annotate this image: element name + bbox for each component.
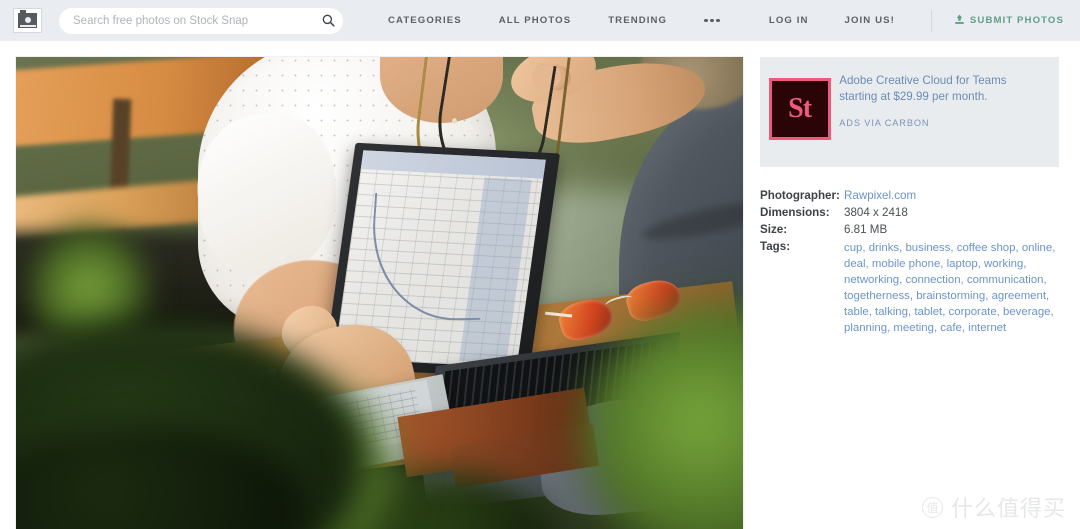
tag-link[interactable]: coffee shop [957,242,1016,254]
photo-image[interactable] [16,57,743,529]
tag-link[interactable]: corporate [949,306,997,318]
size-value: 6.81 MB [844,223,888,236]
nav-item-categories[interactable]: CATEGORIES [388,15,462,26]
nav-item-log-in[interactable]: LOG IN [769,15,809,26]
tag-link[interactable]: laptop [947,258,978,270]
ad-logo-wrap: St [760,71,839,140]
nav-item-all-photos[interactable]: ALL PHOTOS [499,15,571,26]
nav-item-trending[interactable]: TRENDING [608,15,667,26]
tag-link[interactable]: business [905,242,950,254]
camera-icon [18,10,37,28]
metadata-row-photographer: Photographer: Rawpixel.com [760,189,1064,202]
tag-link[interactable]: working [984,258,1023,270]
account-nav: LOG IN JOIN US! SUBMIT PHOTOS [769,9,1080,32]
tag-link[interactable]: beverage [1003,306,1051,318]
tag-link[interactable]: planning [844,322,887,334]
photo-metadata: Photographer: Rawpixel.com Dimensions: 3… [760,189,1064,336]
search-box[interactable] [59,7,343,34]
tag-link[interactable]: internet [968,322,1006,334]
photographer-link[interactable]: Rawpixel.com [844,189,916,202]
tag-link[interactable]: deal [844,258,866,270]
dimensions-label: Dimensions: [760,206,830,219]
submit-photos-label: SUBMIT PHOTOS [969,15,1064,26]
ad-logo-text: St [788,93,812,124]
nav-item-join-us[interactable]: JOIN US! [845,15,895,26]
photographer-label: Photographer: [760,189,840,202]
tag-link[interactable]: table [844,306,869,318]
metadata-row-size: Size: 6.81 MB [760,223,1064,236]
size-label: Size: [760,223,788,236]
submit-photos-button[interactable]: SUBMIT PHOTOS [954,14,1064,28]
watermark-text: 什么值得买 [950,496,1066,521]
ad-body: Adobe Creative Cloud for Teams starting … [839,71,1043,128]
upload-icon [954,14,965,28]
carbon-ad[interactable]: St Adobe Creative Cloud for Teams starti… [760,57,1059,167]
watermark-badge: 值 [921,496,943,518]
tag-link[interactable]: cafe [940,322,962,334]
tag-link[interactable]: online [1022,242,1052,254]
tag-link[interactable]: drinks [869,242,899,254]
dimensions-value: 3804 x 2418 [844,206,908,219]
watermark: 值 什么值得买 [921,491,1066,523]
ad-copy-link[interactable]: Adobe Creative Cloud for Teams starting … [839,73,1043,104]
tag-link[interactable]: cup [844,242,862,254]
photo-sidebar: St Adobe Creative Cloud for Teams starti… [760,57,1064,340]
tags-label: Tags: [760,240,791,253]
search-input[interactable] [59,7,313,34]
site-logo-button[interactable] [13,8,42,33]
primary-nav: CATEGORIES ALL PHOTOS TRENDING [388,15,720,26]
ellipsis-icon[interactable] [704,18,720,23]
metadata-row-tags: Tags: cup, drinks, business, coffee shop… [760,240,1064,336]
tag-link[interactable]: mobile phone [872,258,940,270]
tag-link[interactable]: talking [875,306,908,318]
photo-viewer[interactable] [16,57,743,529]
search-icon[interactable] [313,8,343,34]
site-header: CATEGORIES ALL PHOTOS TRENDING LOG IN JO… [0,0,1080,41]
tag-link[interactable]: networking [844,274,899,286]
tag-link[interactable]: brainstorming [916,290,985,302]
tag-link[interactable]: communication [967,274,1044,286]
metadata-row-dimensions: Dimensions: 3804 x 2418 [760,206,1064,219]
tag-list: cup, drinks, business, coffee shop, onli… [844,242,1056,334]
tag-link[interactable]: togetherness [844,290,910,302]
tag-link[interactable]: meeting [893,322,934,334]
ad-attribution-link[interactable]: ADS VIA CARBON [839,118,1043,128]
adobe-stock-icon[interactable]: St [768,78,831,140]
nav-divider [930,9,932,32]
tag-link[interactable]: connection [905,274,960,286]
tag-link[interactable]: agreement [992,290,1046,302]
tag-link[interactable]: tablet [914,306,942,318]
